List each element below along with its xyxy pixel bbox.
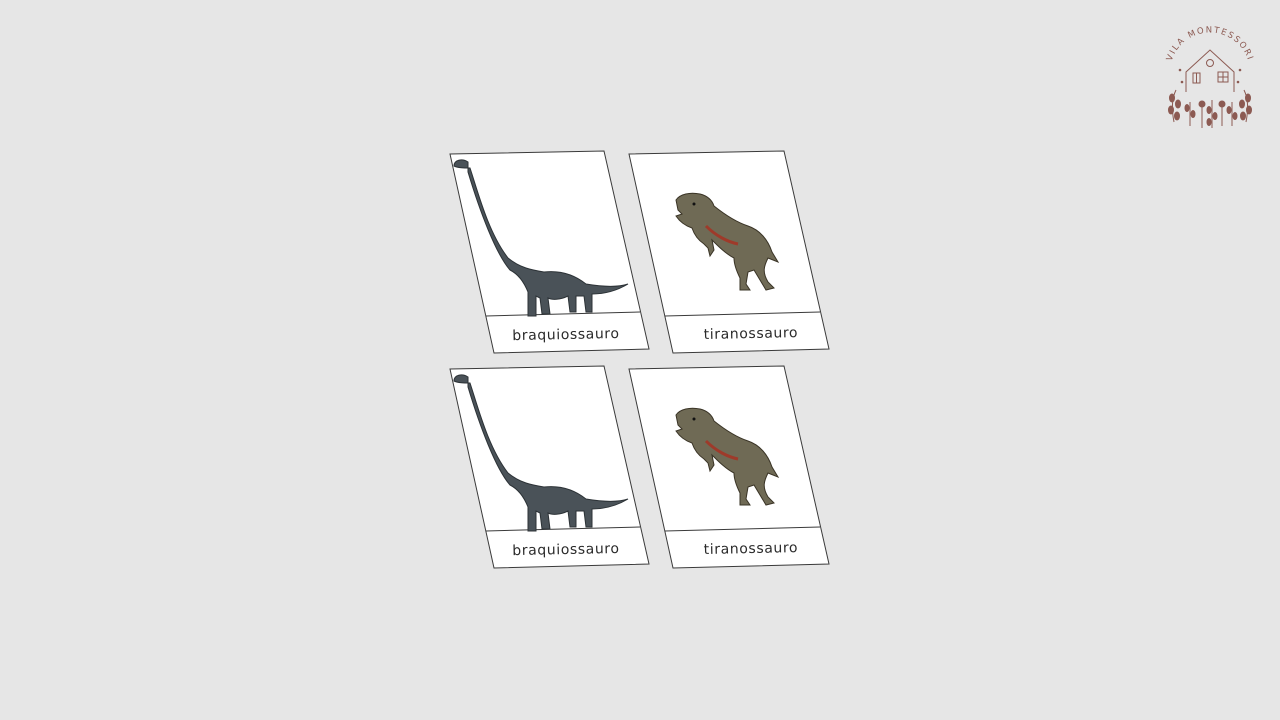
card-braquiossauro-bottom[interactable]: braquiossauro bbox=[449, 365, 650, 569]
card-label: braquiossauro bbox=[512, 541, 620, 559]
nomenclature-cards: braquiossauro tiranossauro braquiossauro bbox=[0, 0, 1280, 720]
card-label: tiranossauro bbox=[704, 325, 799, 343]
card-tiranossauro-top[interactable]: tiranossauro bbox=[628, 150, 830, 354]
card-label: braquiossauro bbox=[512, 326, 620, 344]
card-braquiossauro-top[interactable]: braquiossauro bbox=[449, 150, 650, 354]
card-tiranossauro-bottom[interactable]: tiranossauro bbox=[628, 365, 830, 569]
card-label: tiranossauro bbox=[704, 540, 799, 558]
